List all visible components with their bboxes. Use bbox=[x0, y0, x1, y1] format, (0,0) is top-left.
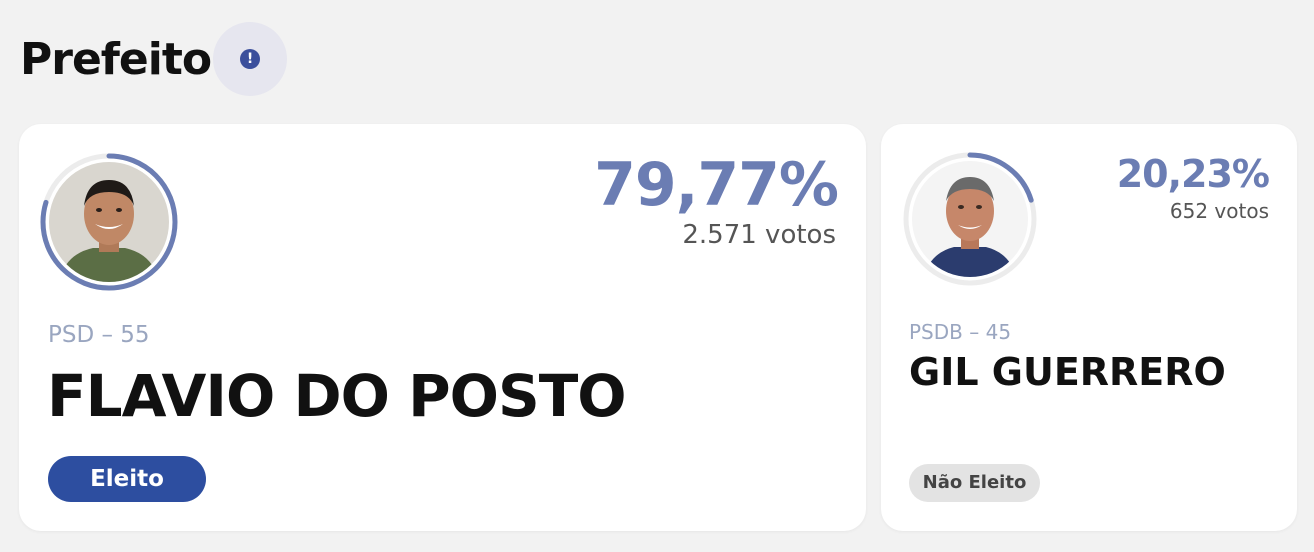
status-badge: Eleito bbox=[48, 456, 206, 502]
vote-count: 652 votos bbox=[1169, 199, 1269, 223]
vote-percentage: 20,23% bbox=[1116, 152, 1270, 196]
vote-percentage: 79,77% bbox=[594, 150, 839, 220]
candidate-avatar bbox=[39, 152, 179, 292]
candidate-name: FLAVIO DO POSTO bbox=[47, 362, 627, 430]
exclamation-icon: ! bbox=[240, 49, 261, 69]
candidate-photo bbox=[49, 162, 169, 282]
vote-count: 2.571 votos bbox=[682, 220, 836, 250]
info-button[interactable]: ! bbox=[213, 22, 288, 96]
party-number: PSDB – 45 bbox=[909, 320, 1012, 344]
party-number: PSD – 55 bbox=[48, 322, 150, 348]
section-header: Prefeito ! bbox=[20, 22, 288, 96]
candidate-card[interactable]: 20,23% 652 votos PSDB – 45 GIL GUERRERO … bbox=[881, 124, 1297, 531]
candidate-card[interactable]: 79,77% 2.571 votos PSD – 55 FLAVIO DO PO… bbox=[19, 124, 866, 531]
status-badge: Não Eleito bbox=[909, 464, 1040, 502]
candidate-name: GIL GUERRERO bbox=[909, 350, 1226, 394]
section-title: Prefeito bbox=[20, 33, 212, 85]
candidate-photo bbox=[912, 161, 1028, 277]
candidate-avatar bbox=[902, 151, 1038, 287]
